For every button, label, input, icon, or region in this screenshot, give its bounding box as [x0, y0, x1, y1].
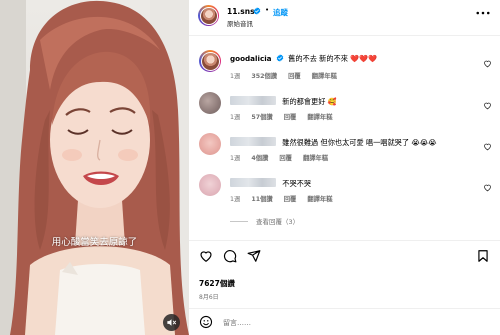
reply-button[interactable]: 回覆 — [284, 196, 297, 203]
post-details-panel: 11.sns • 追蹤 原始音訊 goodalicia 舊的不去 新的不來 ❤️… — [189, 0, 500, 335]
comment-bubble-icon[interactable] — [223, 249, 237, 263]
like-heart-icon[interactable] — [199, 249, 213, 263]
speaker-muted-icon — [167, 319, 177, 326]
translate-button[interactable]: 翻譯年糕 — [307, 114, 332, 121]
post-date[interactable]: 8月6日 — [199, 292, 219, 301]
view-replies-label: 查看回覆（3） — [256, 218, 300, 226]
comment-emoji: ❤️❤️❤️ — [350, 54, 378, 63]
commenter-username-blurred[interactable] — [230, 96, 276, 105]
comment-text: 不哭不哭 — [282, 179, 312, 188]
comment-emoji: 😭😭😭 — [411, 138, 437, 147]
comment-body: 雖然很難過 但你也太可愛 唱一唱就哭了 😭😭😭 — [230, 137, 437, 148]
more-options-icon[interactable] — [476, 10, 490, 16]
commenter-username-blurred[interactable] — [230, 178, 276, 187]
comment-text: 新的都會更好 — [282, 97, 326, 106]
commenter-avatar[interactable] — [199, 174, 221, 196]
comment-likes[interactable]: 4個讚 — [251, 155, 268, 162]
comment-meta: 1週 11個讚 回覆 翻譯年糕 — [230, 194, 342, 203]
save-bookmark-icon[interactable] — [476, 249, 490, 263]
comment-time: 1週 — [230, 155, 241, 162]
commenter-avatar[interactable] — [199, 50, 221, 72]
commenter-avatar[interactable] — [199, 92, 221, 114]
post-actions: 7627個讚 8月6日 — [189, 240, 500, 335]
verified-badge-icon — [253, 7, 261, 15]
add-comment-bar — [189, 308, 500, 335]
comment-likes[interactable]: 11個讚 — [251, 196, 272, 203]
reply-button[interactable]: 回覆 — [279, 155, 292, 162]
commenter-username[interactable]: goodalicia — [230, 54, 272, 63]
comment-body: 新的都會更好 🥰 — [230, 96, 337, 107]
emoji-smiley-icon[interactable] — [199, 315, 213, 329]
comment-meta: 1週 57個讚 回覆 翻譯年糕 — [230, 112, 342, 121]
author-username[interactable]: 11.sns — [227, 7, 255, 16]
comment-meta: 1週 4個讚 回覆 翻譯年糕 — [230, 153, 337, 162]
comment-emoji: 🥰 — [327, 97, 337, 106]
view-replies-button[interactable]: 查看回覆（3） — [230, 216, 299, 226]
commenter-avatar[interactable] — [199, 133, 221, 155]
separator-dot: • — [265, 6, 270, 14]
comment-text: 舊的不去 新的不來 — [288, 54, 348, 63]
comment-body: 不哭不哭 — [230, 178, 311, 189]
share-paper-plane-icon[interactable] — [247, 249, 261, 263]
reel-video[interactable]: 用心酸當笑去原諒了 — [0, 0, 189, 335]
comment-time: 1週 — [230, 196, 241, 203]
like-comment-heart-icon[interactable] — [483, 183, 492, 192]
comment-input[interactable] — [223, 317, 463, 329]
like-comment-heart-icon[interactable] — [483, 59, 492, 68]
comment-body: goodalicia 舊的不去 新的不來 ❤️❤️❤️ — [230, 54, 377, 64]
mute-button[interactable] — [163, 314, 180, 331]
translate-button[interactable]: 翻譯年糕 — [307, 196, 332, 203]
translate-button[interactable]: 翻譯年糕 — [312, 73, 337, 80]
comment-likes[interactable]: 352個讚 — [251, 73, 277, 80]
like-comment-heart-icon[interactable] — [483, 142, 492, 151]
replies-divider-line — [230, 221, 248, 222]
comment-meta: 1週 352個讚 回覆 翻譯年糕 — [230, 71, 346, 80]
comment-likes[interactable]: 57個讚 — [251, 114, 272, 121]
video-frame-illustration — [0, 0, 189, 335]
comment-text: 雖然很難過 但你也太可愛 唱一唱就哭了 — [282, 138, 410, 147]
comment-time: 1週 — [230, 114, 241, 121]
post-like-count[interactable]: 7627個讚 — [199, 278, 235, 289]
reply-button[interactable]: 回覆 — [288, 73, 301, 80]
original-audio-link[interactable]: 原始音訊 — [227, 18, 253, 28]
reply-button[interactable]: 回覆 — [284, 114, 297, 121]
commenter-username-blurred[interactable] — [230, 137, 276, 146]
video-subtitle: 用心酸當笑去原諒了 — [51, 237, 138, 248]
post-header: 11.sns • 追蹤 原始音訊 — [189, 0, 500, 36]
like-comment-heart-icon[interactable] — [483, 101, 492, 110]
verified-badge-icon — [276, 54, 284, 62]
author-avatar[interactable] — [198, 5, 219, 26]
follow-button[interactable]: 追蹤 — [273, 7, 288, 18]
comment-time: 1週 — [230, 73, 241, 80]
translate-button[interactable]: 翻譯年糕 — [303, 155, 328, 162]
reel-post-view: 用心酸當笑去原諒了 11.sns • 追蹤 原始音訊 goodalicia 舊的… — [0, 0, 500, 335]
